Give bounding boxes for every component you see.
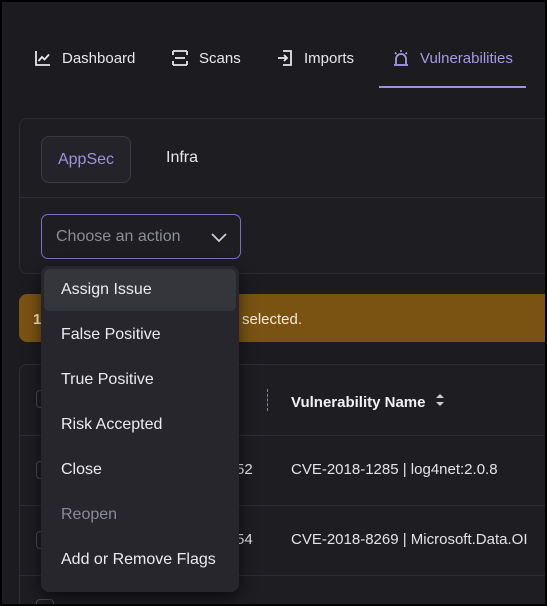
menu-item-risk-accepted[interactable]: Risk Accepted bbox=[44, 404, 236, 446]
row-vulnerability-name[interactable]: CVE-2018-1285 | log4net:2.0.8 bbox=[291, 461, 498, 478]
chart-line-icon bbox=[34, 49, 52, 67]
menu-item-true-positive[interactable]: True Positive bbox=[44, 359, 236, 401]
nav-scans-label: Scans bbox=[199, 49, 241, 67]
top-nav: Dashboard Scans Imports Vulnerabilities bbox=[2, 2, 545, 90]
row-vulnerability-name[interactable]: CVE-2018-8269 | Microsoft.Data.OI bbox=[291, 531, 528, 548]
menu-item-false-positive[interactable]: False Positive bbox=[44, 314, 236, 356]
nav-vulnerabilities-label: Vulnerabilities bbox=[420, 49, 513, 67]
column-separator bbox=[267, 389, 268, 411]
chevron-down-icon bbox=[210, 228, 228, 251]
action-menu: Assign Issue False Positive True Positiv… bbox=[41, 266, 239, 592]
nav-imports-label: Imports bbox=[304, 49, 355, 67]
app-frame: Dashboard Scans Imports Vulnerabilities … bbox=[2, 2, 545, 604]
nav-vulnerabilities[interactable]: Vulnerabilities bbox=[392, 46, 513, 70]
nav-dashboard-label: Dashboard bbox=[62, 49, 136, 67]
banner-text: selected. bbox=[242, 311, 303, 328]
tab-infra[interactable]: Infra bbox=[166, 149, 198, 167]
panel-divider bbox=[20, 197, 545, 198]
column-header-label: Vulnerability Name bbox=[291, 393, 426, 411]
column-header-vulnerability-name[interactable]: Vulnerability Name bbox=[291, 392, 446, 412]
nav-imports[interactable]: Imports bbox=[276, 46, 354, 70]
active-tab-indicator bbox=[379, 86, 526, 88]
import-icon bbox=[276, 49, 294, 67]
action-select-placeholder: Choose an action bbox=[56, 227, 181, 245]
scan-icon bbox=[171, 49, 189, 67]
siren-icon bbox=[392, 49, 410, 67]
menu-item-reopen: Reopen bbox=[61, 506, 118, 523]
row-checkbox[interactable] bbox=[36, 599, 54, 604]
tab-appsec[interactable]: AppSec bbox=[41, 136, 131, 183]
nav-scans[interactable]: Scans bbox=[171, 46, 241, 70]
nav-dashboard[interactable]: Dashboard bbox=[34, 46, 135, 70]
menu-item-add-remove-flags[interactable]: Add or Remove Flags bbox=[44, 539, 236, 581]
sort-icon[interactable] bbox=[434, 392, 446, 412]
action-select[interactable]: Choose an action bbox=[41, 214, 241, 259]
menu-item-assign-issue[interactable]: Assign Issue bbox=[44, 269, 236, 311]
filter-panel: AppSec Infra Choose an action bbox=[19, 118, 545, 274]
menu-item-close[interactable]: Close bbox=[44, 449, 236, 491]
